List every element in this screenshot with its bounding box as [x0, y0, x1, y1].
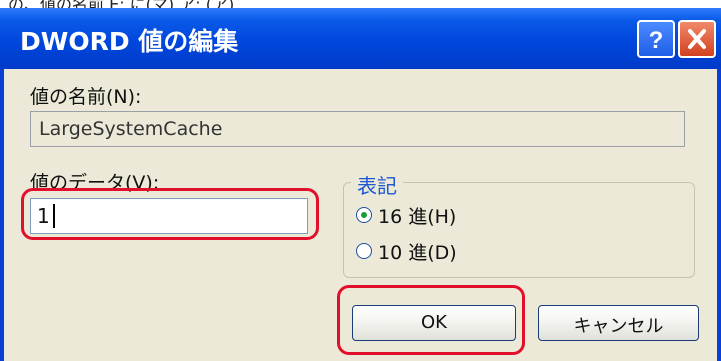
help-button[interactable]: ? [637, 20, 675, 58]
help-icon: ? [649, 27, 664, 54]
window-title: DWORD 値の編集 [20, 27, 239, 56]
radio-hex-label[interactable]: 16 進(H) [378, 202, 456, 229]
radio-decimal-label[interactable]: 10 進(D) [378, 238, 457, 265]
ok-button-highlight [337, 285, 525, 355]
svg-text:?: ? [649, 27, 664, 54]
value-name-value: LargeSystemCache [39, 118, 223, 140]
value-data-highlight [21, 188, 319, 240]
value-name-label: 値の名前(N): [30, 86, 142, 108]
close-icon [688, 29, 706, 49]
value-name-field: LargeSystemCache [30, 111, 685, 147]
base-group-legend: 表記 [351, 170, 403, 199]
radio-hex-selected-dot [361, 212, 367, 218]
cancel-button[interactable]: キャンセル [538, 305, 699, 341]
close-button[interactable] [678, 20, 716, 58]
cancel-button-label: キャンセル [573, 316, 664, 337]
radio-hex[interactable] [356, 207, 372, 223]
title-bar[interactable]: DWORD 値の編集 ? [0, 8, 721, 69]
radio-decimal[interactable] [356, 243, 372, 259]
